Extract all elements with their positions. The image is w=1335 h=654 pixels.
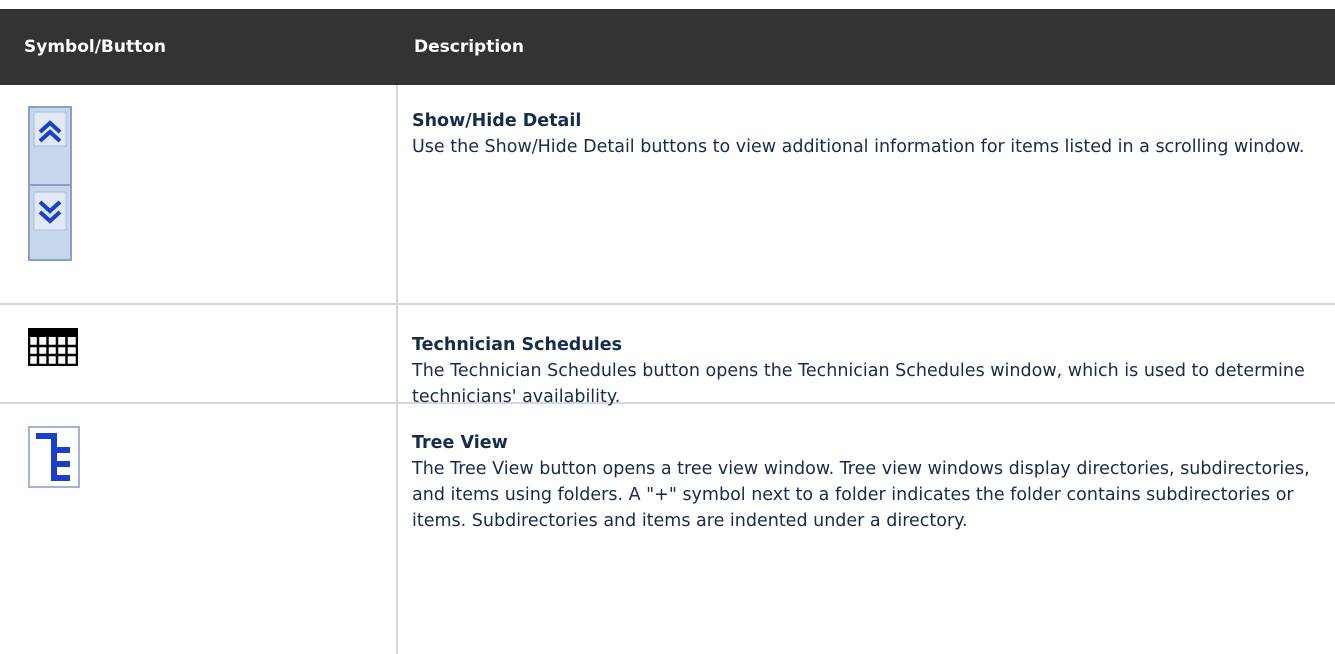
item-title: Show/Hide Detail xyxy=(412,111,582,131)
item-title: Technician Schedules xyxy=(412,335,623,355)
item-title: Tree View xyxy=(412,433,508,453)
item-text: Use the Show/Hide Detail buttons to view… xyxy=(412,137,1305,157)
symbol-cell xyxy=(0,404,398,654)
description-cell: Show/Hide Detail Use the Show/Hide Detai… xyxy=(398,85,1335,303)
tree-view-icon xyxy=(28,426,80,488)
item-text: The Tree View button opens a tree view w… xyxy=(412,459,1310,531)
table-row: Technician Schedules The Technician Sche… xyxy=(0,305,1335,407)
symbol-cell xyxy=(0,305,398,402)
description-cell: Technician Schedules The Technician Sche… xyxy=(398,305,1335,407)
table-row: Show/Hide Detail Use the Show/Hide Detai… xyxy=(0,85,1335,305)
header-symbol: Symbol/Button xyxy=(24,37,167,57)
grid-calendar-icon xyxy=(28,328,78,366)
symbol-cell xyxy=(0,85,398,303)
description-cell: Tree View The Tree View button opens a t… xyxy=(398,404,1335,654)
header-description: Description xyxy=(414,37,524,57)
table-header: Symbol/Button Description xyxy=(0,9,1335,85)
item-text: The Technician Schedules button opens th… xyxy=(412,361,1305,407)
table-row: Tree View The Tree View button opens a t… xyxy=(0,404,1335,654)
symbol-table: Symbol/Button Description Show/Hide Deta… xyxy=(0,9,1335,654)
show-hide-detail-icon xyxy=(28,106,72,262)
